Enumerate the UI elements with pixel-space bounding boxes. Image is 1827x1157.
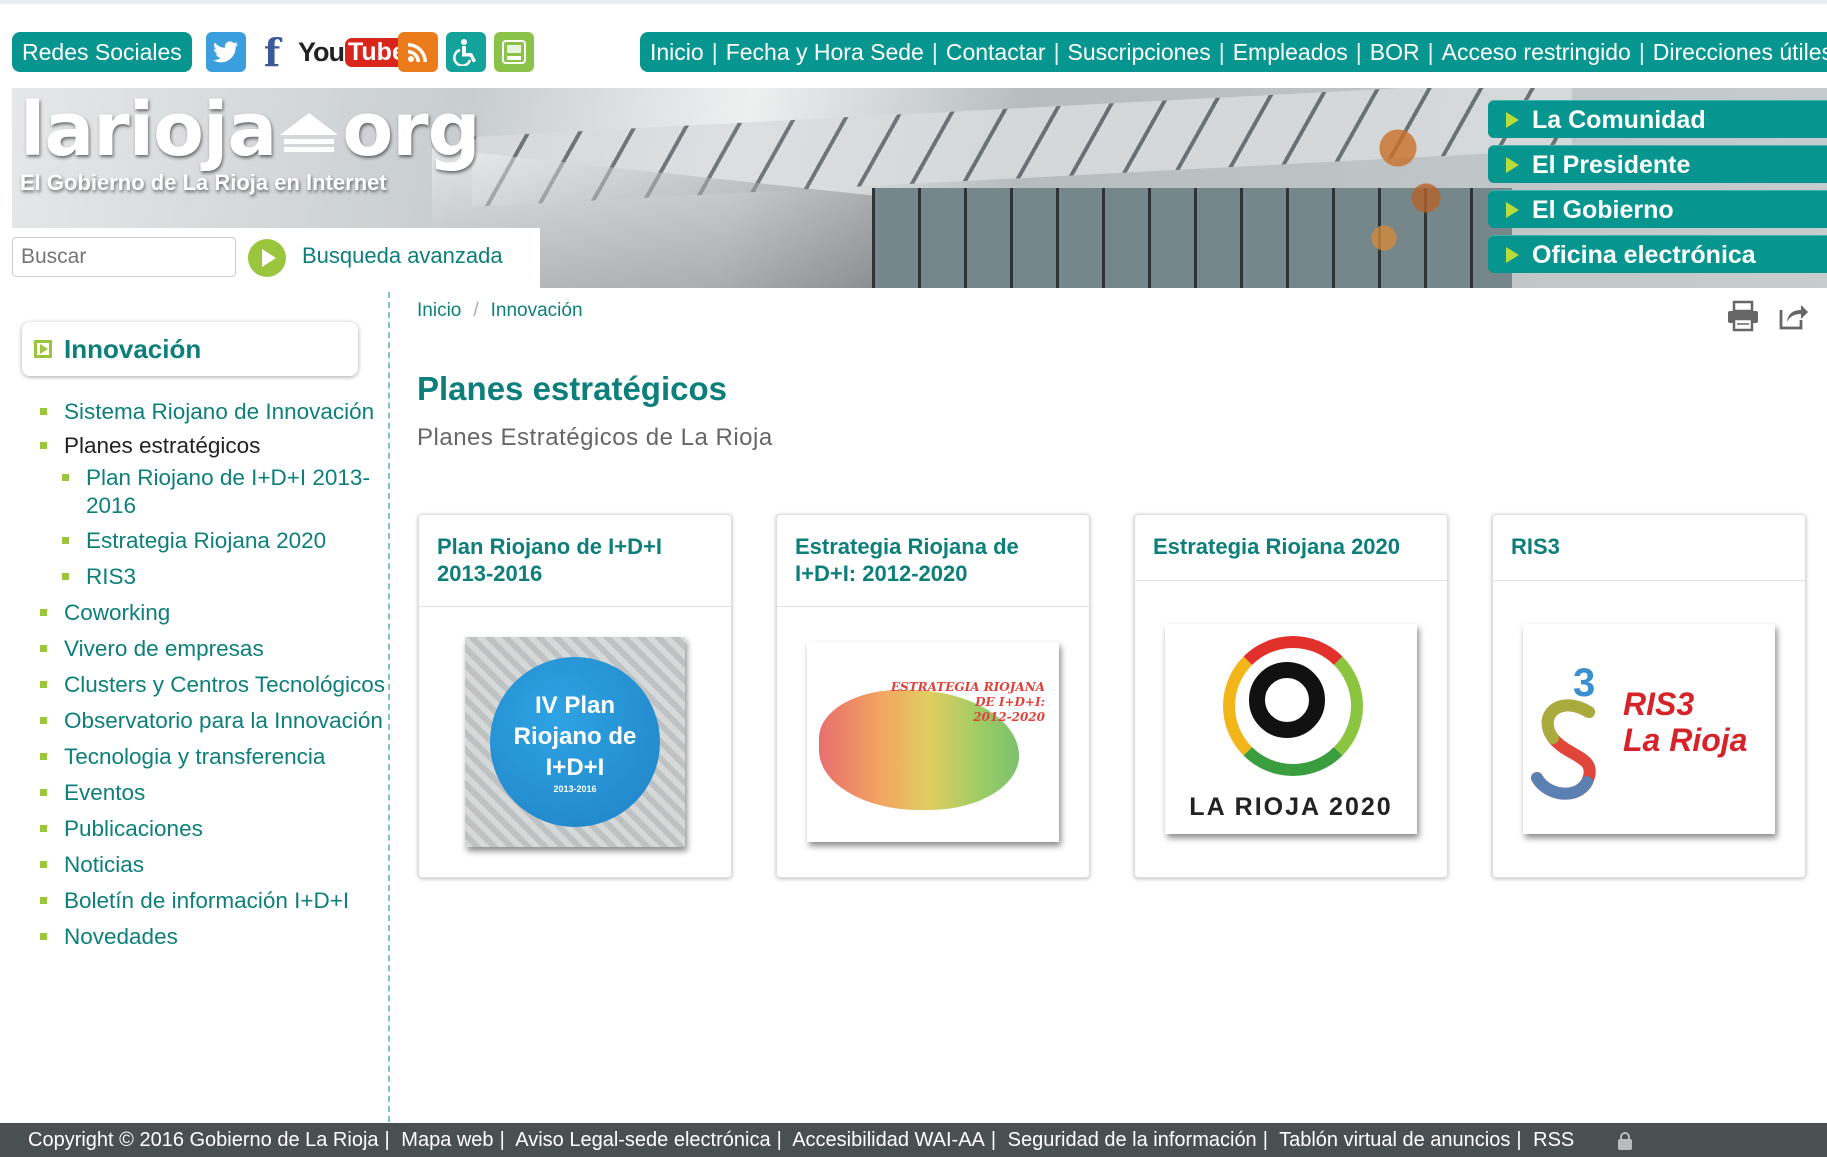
topnav-direcciones-utiles[interactable]: Direcciones útiles [1653,39,1827,66]
estrategia-idi-cover-image[interactable]: ESTRATEGIA RIOJANA DE I+D+I: 2012-2020 [807,642,1059,842]
ris3-logo-image[interactable]: 3 RIS3 La Rioja [1523,624,1775,834]
topnav-contactar[interactable]: Contactar [946,39,1046,66]
footer: Copyright © 2016 Gobierno de La Rioja | M… [0,1123,1827,1157]
twitter-icon[interactable] [206,32,246,72]
sidebar-item-sistema-riojano[interactable]: Sistema Riojano de Innovación [40,398,390,426]
card-title[interactable]: Estrategia Riojana 2020 [1135,515,1447,581]
sidebar-menu: Sistema Riojano de Innovación Planes est… [40,398,390,951]
search-go-button[interactable] [248,239,286,277]
menu-el-presidente[interactable]: El Presidente [1488,145,1827,183]
cover-text: ESTRATEGIA RIOJANA DE I+D+I: 2012-2020 [890,680,1045,724]
footer-accesibilidad[interactable]: Accesibilidad WAI-AA [792,1129,985,1151]
rioja-2020-ring-logo [1223,636,1363,776]
arrow-right-icon [1506,112,1519,128]
footer-aviso-legal[interactable]: Aviso Legal-sede electrónica [515,1129,770,1151]
arrow-right-icon [1506,157,1519,173]
share-icon[interactable] [1777,300,1809,332]
breadcrumb-innovacion[interactable]: Innovación [491,300,583,321]
page-subtitle: Planes Estratégicos de La Rioja [417,424,773,451]
logo-tagline: El Gobierno de La Rioja en Internet [20,170,387,195]
rss-icon[interactable] [398,32,438,72]
sidebar-item-eventos[interactable]: Eventos [40,779,390,807]
topnav-suscripciones[interactable]: Suscripciones [1068,39,1211,66]
lock-icon[interactable] [1616,1131,1634,1150]
menu-la-comunidad[interactable]: La Comunidad [1488,100,1827,138]
topnav-empleados[interactable]: Empleados [1233,39,1348,66]
sidebar-item-coworking[interactable]: Coworking [40,599,390,627]
logo-text: LA RIOJA 2020 [1189,793,1393,821]
sidebar-item-novedades[interactable]: Novedades [40,923,390,951]
institutional-menu: La Comunidad El Presidente El Gobierno O… [1488,100,1827,280]
accessibility-icon[interactable] [446,32,486,72]
print-icon[interactable] [1726,300,1760,332]
ris3-s-logo: 3 [1531,661,1596,800]
footer-tablon-anuncios[interactable]: Tablón virtual de anuncios [1279,1129,1510,1151]
advanced-search-link[interactable]: Busqueda avanzada [302,243,503,269]
footer-rss[interactable]: RSS [1533,1129,1574,1151]
top-navigation: Inicio | Fecha y Hora Sede | Contactar | Su… [640,32,1827,72]
topnav-acceso-restringido[interactable]: Acceso restringido [1442,39,1631,66]
cover-circle: IV Plan Riojano de I+D+I 2013-2016 [490,657,660,827]
sidebar-item-noticias[interactable]: Noticias [40,851,390,879]
arrow-right-icon [1506,247,1519,263]
sidebar-subitem-ris3[interactable]: RIS3 [40,563,390,591]
section-sidebar: Innovación Sistema Riojano de Innovación… [12,288,388,1123]
menu-oficina-electronica[interactable]: Oficina electrónica [1488,235,1827,273]
breadcrumb: Inicio / Innovación [417,300,583,321]
sidebar-item-planes-estrategicos[interactable]: Planes estratégicos [40,432,390,460]
plan-riojano-cover-image[interactable]: IV Plan Riojano de I+D+I 2013-2016 [465,637,685,847]
estrategia-2020-logo-image[interactable]: LA RIOJA 2020 [1165,624,1417,834]
menu-el-gobierno[interactable]: El Gobierno [1488,190,1827,228]
arrow-right-icon [1506,202,1519,218]
plan-card-estrategia-idi[interactable]: Estrategia Riojana de I+D+I: 2012-2020 E… [776,514,1090,878]
app-icon[interactable] [494,32,534,72]
sidebar-section-title[interactable]: Innovación [22,322,358,376]
logo-wordmark: larioja org [20,87,481,173]
card-title[interactable]: RIS3 [1493,515,1805,581]
card-title[interactable]: Estrategia Riojana de I+D+I: 2012-2020 [777,515,1089,607]
sidebar-item-tecnologia[interactable]: Tecnologia y transferencia [40,743,390,771]
page-title: Planes estratégicos [417,370,727,407]
ris3-logo-text: RIS3 La Rioja [1623,686,1748,758]
site-logo[interactable]: larioja org El Gobierno de La Rioja en In… [20,87,481,196]
top-bar: Redes Sociales f You Tube Inicio | Fecha y… [0,0,1827,88]
plan-card-ris3[interactable]: RIS3 3 RIS3 La Rioja [1492,514,1806,878]
sidebar-item-observatorio[interactable]: Observatorio para la Innovación [40,707,390,735]
sidebar-item-clusters[interactable]: Clusters y Centros Tecnológicos [40,671,390,699]
breadcrumb-inicio[interactable]: Inicio [417,300,461,321]
footer-seguridad[interactable]: Seguridad de la información [1008,1129,1257,1151]
section-arrow-box-icon [34,340,52,358]
search-bar: Busqueda avanzada [12,228,540,288]
sidebar-item-publicaciones[interactable]: Publicaciones [40,815,390,843]
topnav-inicio[interactable]: Inicio [650,39,704,66]
plan-card-plan-riojano[interactable]: Plan Riojano de I+D+I 2013-2016 IV Plan … [418,514,732,878]
footer-copyright: Copyright © 2016 Gobierno de La Rioja [28,1129,379,1151]
card-title[interactable]: Plan Riojano de I+D+I 2013-2016 [419,515,731,607]
sidebar-divider [388,292,390,1122]
sidebar-item-vivero-empresas[interactable]: Vivero de empresas [40,635,390,663]
logo-house-icon [280,113,339,152]
play-arrow-icon [262,249,276,267]
plan-card-estrategia-2020[interactable]: Estrategia Riojana 2020 LA RIOJA 2020 [1134,514,1448,878]
youtube-you-text: You [298,36,345,67]
sidebar-item-boletin[interactable]: Boletín de información I+D+I [40,887,390,915]
youtube-icon[interactable]: You Tube [298,32,409,72]
sidebar-subitem-estrategia-2020[interactable]: Estrategia Riojana 2020 [40,527,390,555]
sidebar-subitem-plan-riojano[interactable]: Plan Riojano de I+D+I 2013-2016 [40,464,390,520]
facebook-icon[interactable]: f [254,30,290,75]
svg-text:3: 3 [1573,661,1595,705]
topnav-bor[interactable]: BOR [1370,39,1420,66]
topnav-fecha-hora-sede[interactable]: Fecha y Hora Sede [726,39,924,66]
search-input[interactable] [12,237,236,277]
footer-mapa-web[interactable]: Mapa web [401,1129,493,1151]
social-networks-label: Redes Sociales [12,32,192,72]
social-icons: f You Tube [206,30,534,75]
